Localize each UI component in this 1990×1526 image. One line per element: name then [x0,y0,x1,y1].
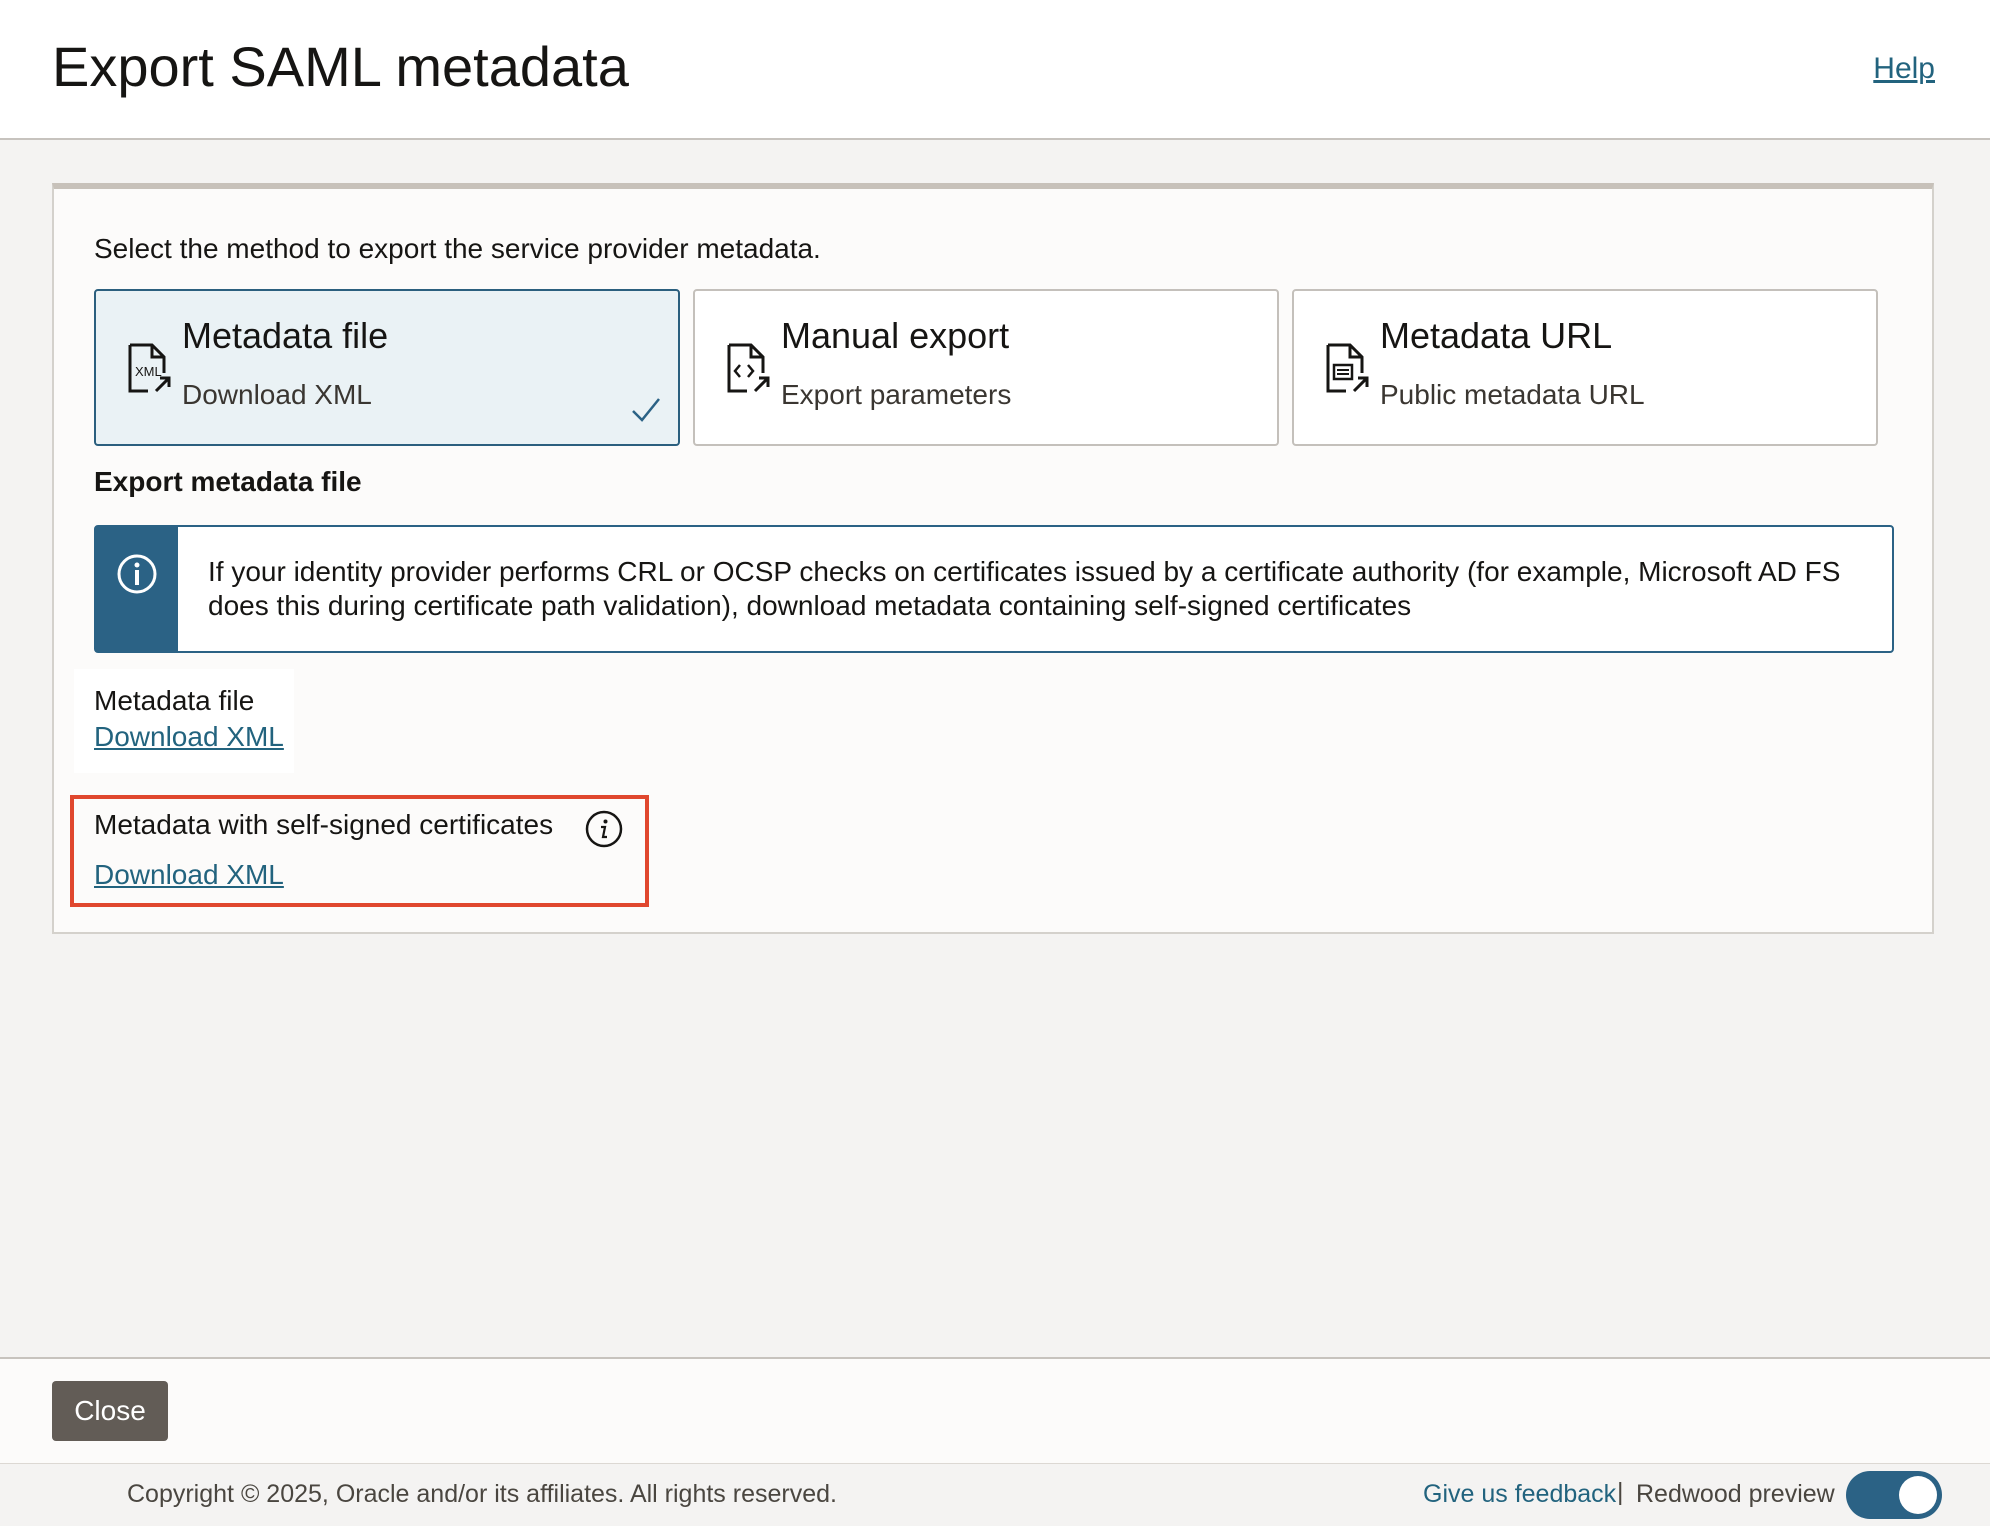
feedback-link[interactable]: Give us feedback [1423,1480,1616,1509]
metadata-file-field: Metadata file Download XML [74,669,294,773]
download-xml-link[interactable]: Download XML [94,721,284,753]
help-link[interactable]: Help [1873,52,1935,86]
self-signed-label: Metadata with self-signed certificates [94,809,554,840]
option-title: Metadata URL [1380,315,1613,356]
separator: | [1617,1478,1624,1506]
option-title: Metadata file [182,315,389,356]
info-message-box: If your identity provider performs CRL o… [94,525,1894,653]
info-bar [96,527,178,651]
xml-file-icon: XML [128,343,171,393]
redwood-preview-label: Redwood preview [1636,1480,1835,1508]
option-card-metadata-file[interactable]: XML Metadata file Download XML [94,289,680,446]
self-signed-highlight: Metadata with self-signed certificates D… [70,795,649,907]
option-card-metadata-url[interactable]: Metadata URL Public metadata URL [1292,289,1878,446]
copyright-text: Copyright © 2025, Oracle and/or its affi… [127,1480,837,1508]
page-title: Export SAML metadata [52,35,629,98]
close-button[interactable]: Close [52,1381,168,1441]
dialog-footer: Close [0,1357,1990,1463]
document-link-icon [1326,343,1369,393]
info-message-text: If your identity provider performs CRL o… [208,556,1841,621]
code-file-icon [727,343,770,393]
export-panel: Select the method to export the service … [52,183,1934,934]
download-xml-self-signed-link[interactable]: Download XML [94,859,284,891]
option-subtitle: Download XML [182,379,372,410]
checkmark-icon [632,398,660,422]
redwood-preview-toggle[interactable] [1846,1471,1942,1519]
option-subtitle: Public metadata URL [1380,379,1645,410]
svg-text:XML: XML [135,364,162,379]
info-icon [117,554,157,594]
option-subtitle: Export parameters [781,379,1012,410]
copyright-bar: Copyright © 2025, Oracle and/or its affi… [0,1463,1990,1526]
intro-text: Select the method to export the service … [94,233,821,264]
toggle-knob [1899,1476,1937,1514]
info-icon[interactable] [584,809,624,849]
option-title: Manual export [781,315,1010,356]
metadata-file-label: Metadata file [94,685,255,716]
page-header: Export SAML metadata Help [0,0,1990,140]
section-heading: Export metadata file [94,466,362,497]
option-card-manual-export[interactable]: Manual export Export parameters [693,289,1279,446]
